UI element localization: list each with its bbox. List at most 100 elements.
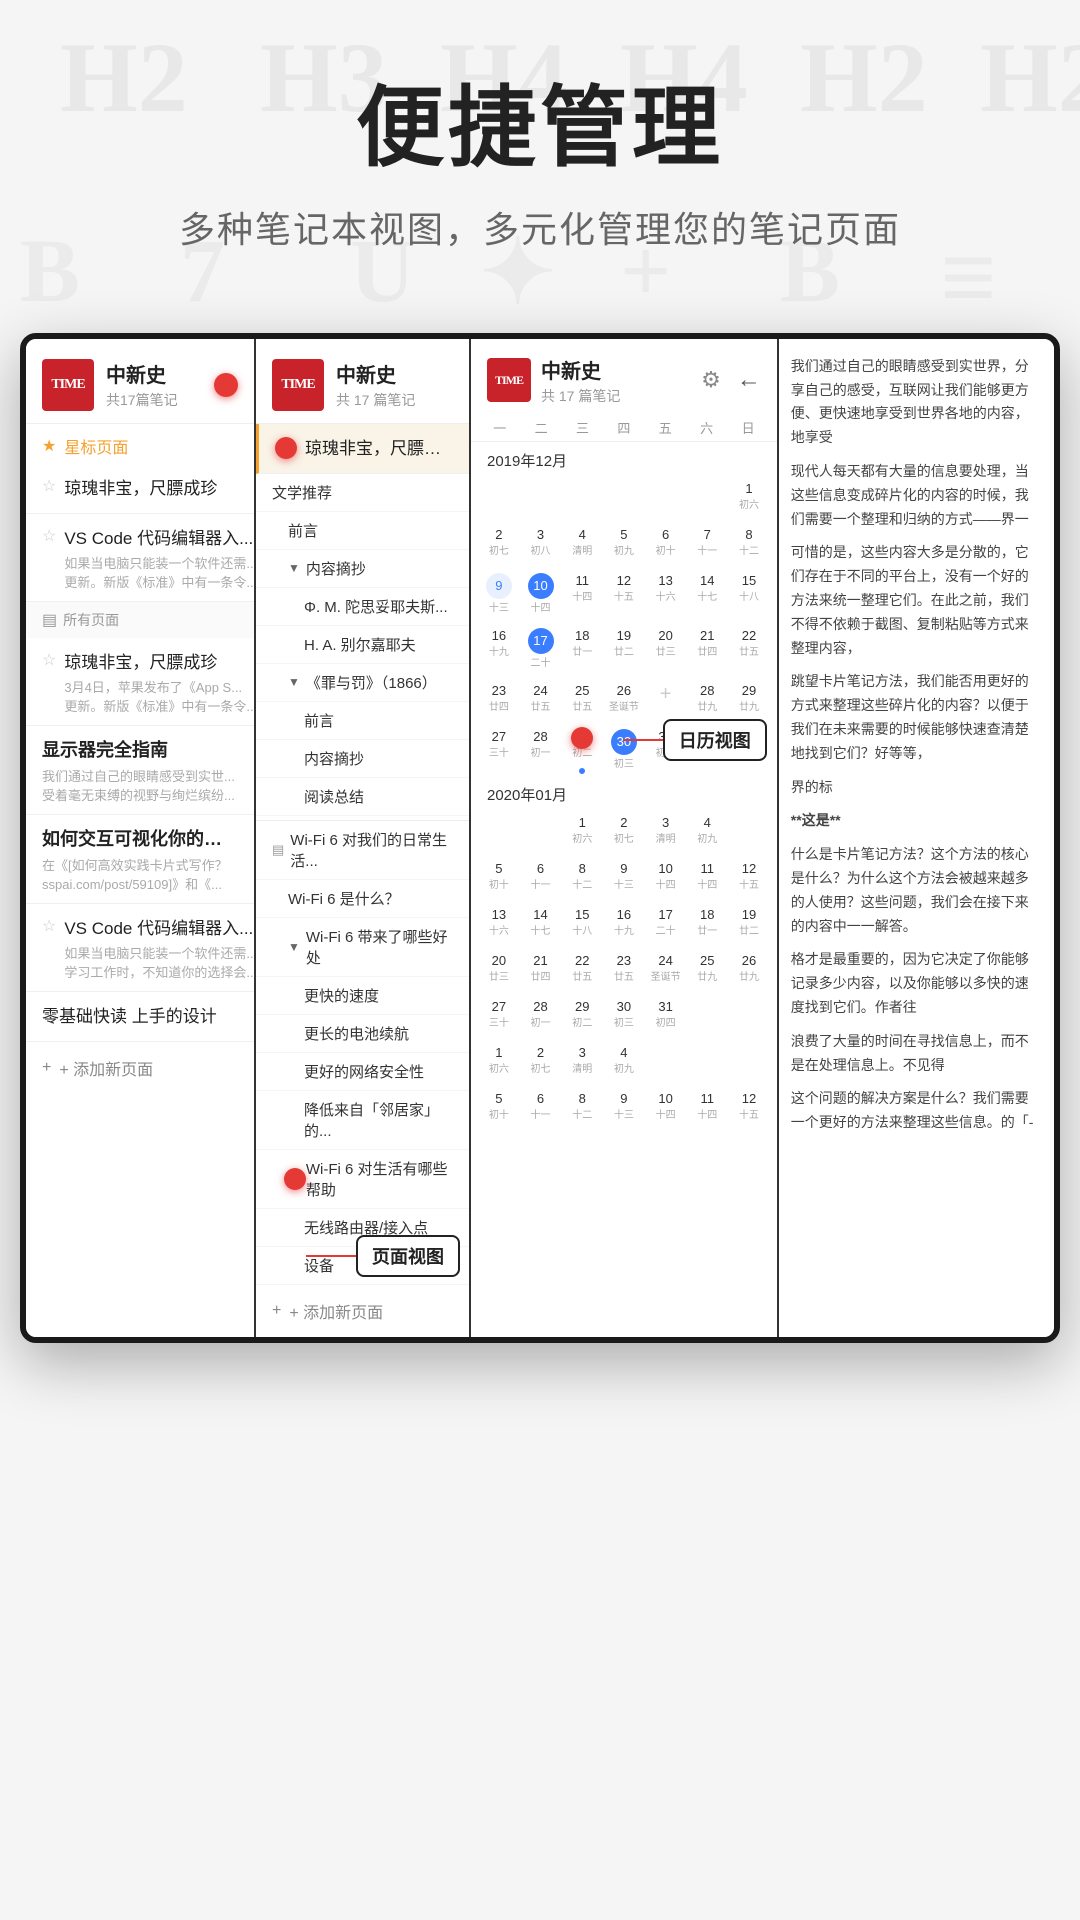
jan-24[interactable]: 24圣诞节 bbox=[646, 947, 686, 991]
cal-day-16[interactable]: 16十九 bbox=[479, 622, 519, 675]
jan-15[interactable]: 15十八 bbox=[562, 901, 602, 945]
outline-item-summary[interactable]: 阅读总结 bbox=[256, 778, 469, 816]
jan-26[interactable]: 26廿九 bbox=[729, 947, 769, 991]
list-item-2[interactable]: ☆ 琼瑰非宝，尺膘成珍 3月4日，苹果发布了《App S... 更新。新版《标准… bbox=[26, 638, 254, 726]
cal-day-25[interactable]: 25廿五 bbox=[562, 677, 602, 721]
outline-item-battery[interactable]: 更长的电池续航 bbox=[256, 1015, 469, 1053]
cal-day-23[interactable]: 23廿四 bbox=[479, 677, 519, 721]
outline-item-wifi-benefits[interactable]: ▼ Wi-Fi 6 带来了哪些好处 bbox=[256, 918, 469, 977]
jan-29[interactable]: 29初二 bbox=[562, 993, 602, 1037]
next-2[interactable]: 2初七 bbox=[521, 1039, 561, 1083]
outline-item-excerpt[interactable]: ▼ 内容摘抄 bbox=[256, 550, 469, 588]
jan-10[interactable]: 10十四 bbox=[646, 855, 686, 899]
outline-item-speed[interactable]: 更快的速度 bbox=[256, 977, 469, 1015]
cal-day-17[interactable]: 17二十 bbox=[521, 622, 561, 675]
next-11[interactable]: 11十四 bbox=[687, 1085, 727, 1129]
back-arrow[interactable]: ← bbox=[737, 366, 761, 394]
jan-13[interactable]: 13十六 bbox=[479, 901, 519, 945]
jan-6[interactable]: 6十一 bbox=[521, 855, 561, 899]
jan-2[interactable]: 2初七 bbox=[604, 809, 644, 853]
cal-day-9[interactable]: 9十三 bbox=[479, 567, 519, 620]
list-item-design[interactable]: 零基础快读 上手的设计 bbox=[26, 992, 254, 1042]
next-6[interactable]: 6十一 bbox=[521, 1085, 561, 1129]
cal-day-plus[interactable]: + bbox=[646, 677, 686, 721]
cal-day-2[interactable]: 2初七 bbox=[479, 521, 519, 565]
list-item-display[interactable]: 显示器完全指南 我们通过自己的眼睛感受到实世... 受着毫无束缚的视野与绚烂缤纷… bbox=[26, 726, 254, 815]
jan-3[interactable]: 3清明 bbox=[646, 809, 686, 853]
jan-17[interactable]: 17二十 bbox=[646, 901, 686, 945]
outline-item-neighbor[interactable]: 降低来自「邻居家」的... bbox=[256, 1091, 469, 1150]
cal-day-4[interactable]: 4清明 bbox=[562, 521, 602, 565]
jan-22[interactable]: 22廿五 bbox=[562, 947, 602, 991]
cal-day-15[interactable]: 15十八 bbox=[729, 567, 769, 620]
outline-item-literature[interactable]: 文学推荐 bbox=[256, 474, 469, 512]
cal-day-29b[interactable]: 29初二 bbox=[562, 723, 602, 776]
cal-day-6[interactable]: 6初十 bbox=[646, 521, 686, 565]
cal-day-13[interactable]: 13十六 bbox=[646, 567, 686, 620]
jan-14[interactable]: 14十七 bbox=[521, 901, 561, 945]
outline-item-wifi-title[interactable]: ▤ Wi-Fi 6 对我们的日常生活... bbox=[256, 820, 469, 880]
settings-icon[interactable]: ⚙ bbox=[701, 367, 721, 393]
cal-day-1[interactable]: 1初六 bbox=[729, 475, 769, 519]
cal-day-11[interactable]: 11十四 bbox=[562, 567, 602, 620]
outline-item-author2[interactable]: H. A. 别尔嘉耶夫 bbox=[256, 626, 469, 664]
cal-day-3[interactable]: 3初八 bbox=[521, 521, 561, 565]
outline-item-security[interactable]: 更好的网络安全性 bbox=[256, 1053, 469, 1091]
cal-day-20[interactable]: 20廿三 bbox=[646, 622, 686, 675]
jan-21[interactable]: 21廿四 bbox=[521, 947, 561, 991]
jan-27[interactable]: 27三十 bbox=[479, 993, 519, 1037]
cal-day-28b[interactable]: 28初一 bbox=[521, 723, 561, 776]
jan-9[interactable]: 9十三 bbox=[604, 855, 644, 899]
outline-item-foreword[interactable]: 前言 bbox=[256, 512, 469, 550]
jan-28[interactable]: 28初一 bbox=[521, 993, 561, 1037]
outline-item-novel[interactable]: ▼ 《罪与罚》（1866） bbox=[256, 664, 469, 702]
next-10[interactable]: 10十四 bbox=[646, 1085, 686, 1129]
jan-8[interactable]: 8十二 bbox=[562, 855, 602, 899]
cal-day-22[interactable]: 22廿五 bbox=[729, 622, 769, 675]
next-1[interactable]: 1初六 bbox=[479, 1039, 519, 1083]
jan-1[interactable]: 1初六 bbox=[562, 809, 602, 853]
jan-5[interactable]: 5初十 bbox=[479, 855, 519, 899]
cal-day-21[interactable]: 21廿四 bbox=[687, 622, 727, 675]
list-item-interactive[interactable]: 如何交互可视化你的卡片式... 在《[如何高效实践卡片式写作？ sspai.co… bbox=[26, 815, 254, 904]
outline-item-fw2[interactable]: 前言 bbox=[256, 702, 469, 740]
cal-day-27a[interactable]: 27三十 bbox=[479, 723, 519, 776]
outline-item-author1[interactable]: Φ. M. 陀思妥耶夫斯... bbox=[256, 588, 469, 626]
cal-day-24[interactable]: 24廿五 bbox=[521, 677, 561, 721]
next-8[interactable]: 8十二 bbox=[562, 1085, 602, 1129]
jan-25[interactable]: 25廿九 bbox=[687, 947, 727, 991]
cal-day-14[interactable]: 14十七 bbox=[687, 567, 727, 620]
jan-31[interactable]: 31初四 bbox=[646, 993, 686, 1037]
cal-day-5[interactable]: 5初九 bbox=[604, 521, 644, 565]
jan-18[interactable]: 18廿一 bbox=[687, 901, 727, 945]
list-item-vscode-2[interactable]: ☆ VS Code 代码编辑器入... 如果当电脑只能装一个软件还需... 学习… bbox=[26, 904, 254, 992]
outline-featured[interactable]: 琼瑰非宝，尺膘成珍 bbox=[256, 424, 469, 474]
next-3[interactable]: 3清明 bbox=[562, 1039, 602, 1083]
jan-11[interactable]: 11十四 bbox=[687, 855, 727, 899]
list-item-vscode-1[interactable]: ☆ VS Code 代码编辑器入... 如果当电脑只能装一个软件还需... 更新… bbox=[26, 514, 254, 602]
outline-item-wifi-what[interactable]: Wi-Fi 6 是什么？ bbox=[256, 880, 469, 918]
jan-12[interactable]: 12十五 bbox=[729, 855, 769, 899]
jan-4[interactable]: 4初九 bbox=[687, 809, 727, 853]
starred-item-1[interactable]: ☆ 琼瑰非宝，尺膘成珍 bbox=[26, 464, 254, 514]
next-9[interactable]: 9十三 bbox=[604, 1085, 644, 1129]
jan-23[interactable]: 23廿五 bbox=[604, 947, 644, 991]
cal-day-10[interactable]: 10十四 bbox=[521, 567, 561, 620]
cal-day-28a[interactable]: 28廿九 bbox=[687, 677, 727, 721]
jan-19[interactable]: 19廿二 bbox=[729, 901, 769, 945]
jan-20[interactable]: 20廿三 bbox=[479, 947, 519, 991]
jan-30[interactable]: 30初三 bbox=[604, 993, 644, 1037]
jan-16[interactable]: 16十九 bbox=[604, 901, 644, 945]
cal-day-8[interactable]: 8十二 bbox=[729, 521, 769, 565]
outline-item-ex2[interactable]: 内容摘抄 bbox=[256, 740, 469, 778]
add-page-btn-2[interactable]: + + 添加新页面 bbox=[256, 1285, 469, 1337]
cal-day-12[interactable]: 12十五 bbox=[604, 567, 644, 620]
cal-day-18[interactable]: 18廿一 bbox=[562, 622, 602, 675]
cal-day-29a[interactable]: 29廿九 bbox=[729, 677, 769, 721]
cal-day-26[interactable]: 26圣诞节 bbox=[604, 677, 644, 721]
next-5[interactable]: 5初十 bbox=[479, 1085, 519, 1129]
next-12[interactable]: 12十五 bbox=[729, 1085, 769, 1129]
cal-day-7[interactable]: 7十一 bbox=[687, 521, 727, 565]
next-4[interactable]: 4初九 bbox=[604, 1039, 644, 1083]
add-page-btn-1[interactable]: + + 添加新页面 bbox=[26, 1042, 254, 1094]
